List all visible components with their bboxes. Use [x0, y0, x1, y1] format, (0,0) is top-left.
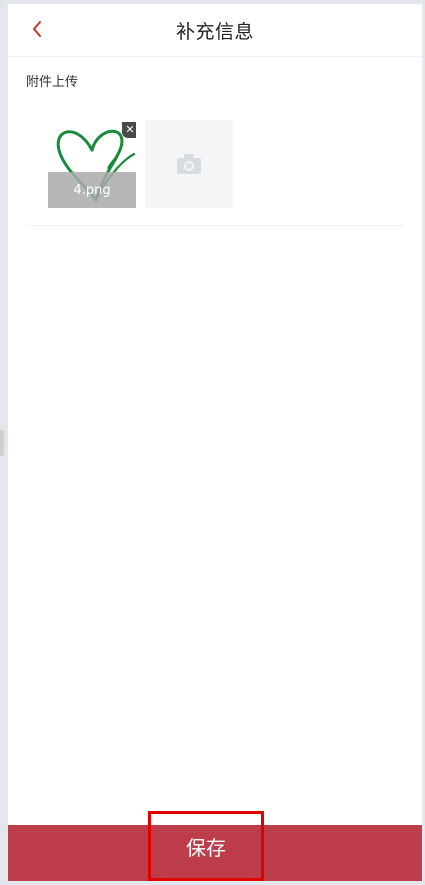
remove-file-button[interactable]: ✕ [122, 122, 136, 138]
header-bar: 补充信息 [8, 4, 422, 57]
page-title: 补充信息 [175, 21, 254, 43]
close-icon: ✕ [125, 123, 135, 136]
upload-row: 4.png ✕ [48, 120, 408, 212]
side-handle [0, 430, 4, 456]
section-divider [26, 225, 404, 226]
save-button[interactable]: 保存 [148, 811, 264, 881]
attachment-upload-label: 附件上传 [26, 75, 79, 90]
uploaded-thumbnail[interactable]: 4.png ✕ [48, 120, 136, 208]
footer-save-bar: 保存 [8, 811, 422, 881]
app-frame: 补充信息 附件上传 4.png ✕ 保存 [8, 4, 422, 881]
add-photo-button[interactable] [145, 120, 233, 208]
thumbnail-filename: 4.png [48, 172, 136, 208]
camera-icon [177, 154, 201, 174]
